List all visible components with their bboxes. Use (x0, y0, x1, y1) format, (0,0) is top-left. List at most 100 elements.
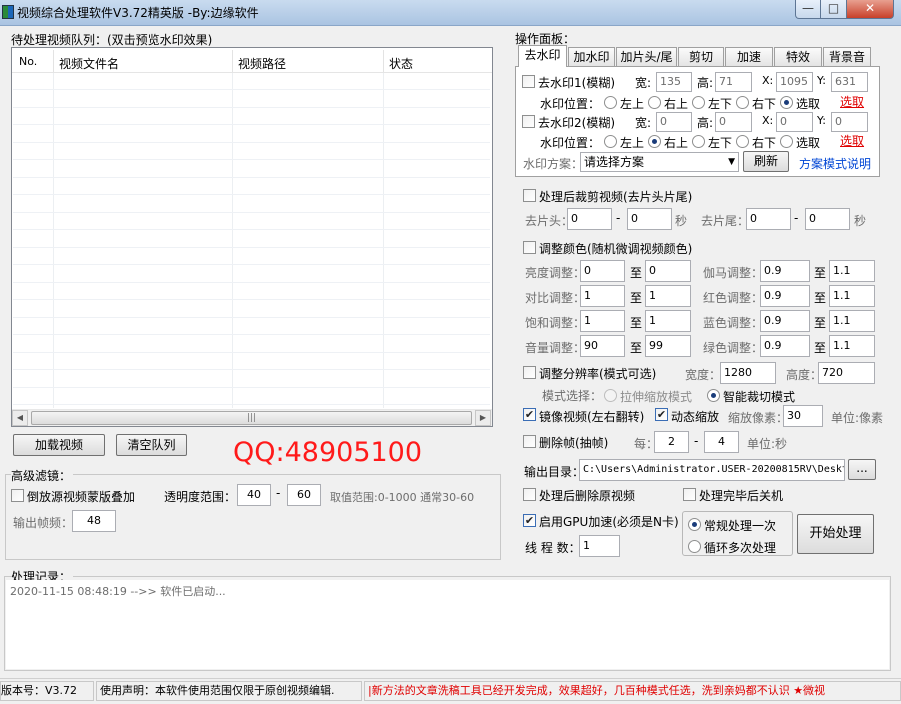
color-left-from[interactable]: 1 (580, 285, 625, 307)
browse-button[interactable]: ... (848, 459, 876, 480)
color-right-from[interactable]: 0.9 (760, 260, 810, 282)
refresh-button[interactable]: 刷新 (743, 151, 789, 172)
col-no[interactable]: No. (19, 55, 37, 68)
opacity-max-input[interactable]: 60 (287, 484, 321, 506)
wm1-pos-tr-radio[interactable] (648, 96, 661, 109)
color-left-from[interactable]: 1 (580, 310, 625, 332)
dropframe-checkbox[interactable] (523, 435, 536, 448)
color-left-to[interactable]: 99 (645, 335, 691, 357)
tab-bgm[interactable]: 背景音 (823, 47, 871, 66)
delete-source-checkbox[interactable] (523, 488, 536, 501)
col-filename[interactable]: 视频文件名 (59, 55, 119, 72)
mode-stretch-radio[interactable] (604, 389, 617, 402)
wm1-w-input[interactable]: 135 (656, 72, 692, 92)
col-status[interactable]: 状态 (389, 55, 413, 72)
tail-from-input[interactable]: 0 (746, 208, 791, 230)
scroll-left-icon[interactable]: ◀ (12, 410, 28, 426)
tab-effects[interactable]: 特效 (774, 47, 822, 66)
blend-checkbox[interactable] (11, 489, 24, 502)
res-w-input[interactable]: 1280 (720, 362, 776, 384)
color-left-from[interactable]: 0 (580, 260, 625, 282)
close-button[interactable]: ✕ (846, 0, 894, 19)
video-queue-list[interactable] (11, 47, 493, 427)
wm2-pick-link[interactable]: 选取 (840, 132, 864, 149)
wm1-pos-tl-radio[interactable] (604, 96, 617, 109)
tail-to-input[interactable]: 0 (805, 208, 850, 230)
res-h-input[interactable]: 720 (818, 362, 875, 384)
status-marquee[interactable]: |新方法的文章洗稿工具已经开发完成，效果超好，几百种模式任选，洗到亲妈都不认识 … (364, 681, 901, 701)
start-button[interactable]: 开始处理 (797, 514, 874, 554)
wm2-pos-tr-radio[interactable] (648, 135, 661, 148)
wm2-pos-tl-radio[interactable] (604, 135, 617, 148)
tab-intro-outro[interactable]: 加片头/尾 (616, 47, 677, 66)
color-checkbox[interactable] (523, 241, 536, 254)
gpu-checkbox[interactable]: ✔ (523, 514, 536, 527)
wm1-pick-link[interactable]: 选取 (840, 93, 864, 110)
resolution-checkbox[interactable] (523, 366, 536, 379)
color-right-to[interactable]: 1.1 (829, 260, 875, 282)
grid-row-line (13, 386, 490, 388)
tab-remove-watermark[interactable]: 去水印 (518, 45, 567, 67)
opacity-min-input[interactable]: 40 (237, 484, 271, 506)
wm2-w-input[interactable]: 0 (656, 112, 692, 132)
color-right-to[interactable]: 1.1 (829, 310, 875, 332)
window-title: 视频综合处理软件V3.72精英版 -By:边缘软件 (17, 6, 259, 20)
wm1-pos-pick-radio[interactable] (780, 96, 793, 109)
output-path-input[interactable]: C:\Users\Administrator.USER-20200815RV\D… (579, 459, 845, 481)
col-path[interactable]: 视频路径 (238, 55, 286, 72)
color-right-from[interactable]: 0.9 (760, 310, 810, 332)
color-right-from[interactable]: 0.9 (760, 285, 810, 307)
dropframe-dash: - (694, 434, 699, 448)
dropframe-b-input[interactable]: 4 (704, 431, 739, 453)
color-left-from[interactable]: 90 (580, 335, 625, 357)
mirror-checkbox[interactable]: ✔ (523, 408, 536, 421)
wm2-label: 去水印2(模糊) (538, 116, 615, 130)
color-left-to[interactable]: 0 (645, 260, 691, 282)
wm1-x-input[interactable]: 1095 (776, 72, 813, 92)
wm1-checkbox[interactable] (522, 75, 535, 88)
wm1-h-input[interactable]: 71 (715, 72, 752, 92)
minimize-button[interactable]: — (795, 0, 821, 19)
wm2-pos-bl-radio[interactable] (692, 135, 705, 148)
zoom-px-input[interactable]: 30 (783, 405, 823, 427)
wm2-checkbox[interactable] (522, 115, 535, 128)
wm2-y-input[interactable]: 0 (831, 112, 868, 132)
tab-add-watermark[interactable]: 加水印 (568, 47, 615, 66)
fps-input[interactable]: 48 (72, 510, 116, 532)
wm1-label: 去水印1(模糊) (538, 76, 615, 90)
color-left-to[interactable]: 1 (645, 285, 691, 307)
head-from-input[interactable]: 0 (567, 208, 612, 230)
tab-cut[interactable]: 剪切 (678, 47, 724, 66)
wm2-pos-br-radio[interactable] (736, 135, 749, 148)
load-video-button[interactable]: 加载视频 (13, 434, 105, 456)
once-radio[interactable] (688, 518, 701, 531)
color-right-to[interactable]: 1.1 (829, 285, 875, 307)
tab-speed[interactable]: 加速 (725, 47, 773, 66)
color-left-to[interactable]: 1 (645, 310, 691, 332)
scheme-help-link[interactable]: 方案模式说明 (799, 155, 871, 172)
wm2-x-input[interactable]: 0 (776, 112, 813, 132)
clear-queue-button[interactable]: 清空队列 (116, 434, 187, 456)
zoom-checkbox[interactable]: ✔ (655, 408, 668, 421)
head-to-input[interactable]: 0 (627, 208, 672, 230)
cut-checkbox[interactable] (523, 189, 536, 202)
wm1-y-input[interactable]: 631 (831, 72, 868, 92)
qq-watermark: QQ:48905100 (233, 437, 423, 468)
dropframe-a-input[interactable]: 2 (654, 431, 689, 453)
scroll-right-icon[interactable]: ▶ (475, 410, 491, 426)
mode-crop-radio[interactable] (707, 389, 720, 402)
loop-radio[interactable] (688, 540, 701, 553)
tail-dash: - (794, 211, 799, 225)
wm1-pos-br-radio[interactable] (736, 96, 749, 109)
color-right-from[interactable]: 0.9 (760, 335, 810, 357)
shutdown-checkbox[interactable] (683, 488, 696, 501)
color-right-to[interactable]: 1.1 (829, 335, 875, 357)
scroll-thumb[interactable]: ||| (31, 411, 472, 425)
wm2-pos-pick-radio[interactable] (780, 135, 793, 148)
threads-input[interactable]: 1 (579, 535, 620, 557)
wm2-h-input[interactable]: 0 (715, 112, 752, 132)
maximize-button[interactable]: □ (820, 0, 847, 19)
scheme-select[interactable]: 请选择方案 ▼ (580, 152, 739, 172)
horizontal-scrollbar[interactable]: ◀ ||| ▶ (12, 409, 492, 426)
wm1-pos-bl-radio[interactable] (692, 96, 705, 109)
